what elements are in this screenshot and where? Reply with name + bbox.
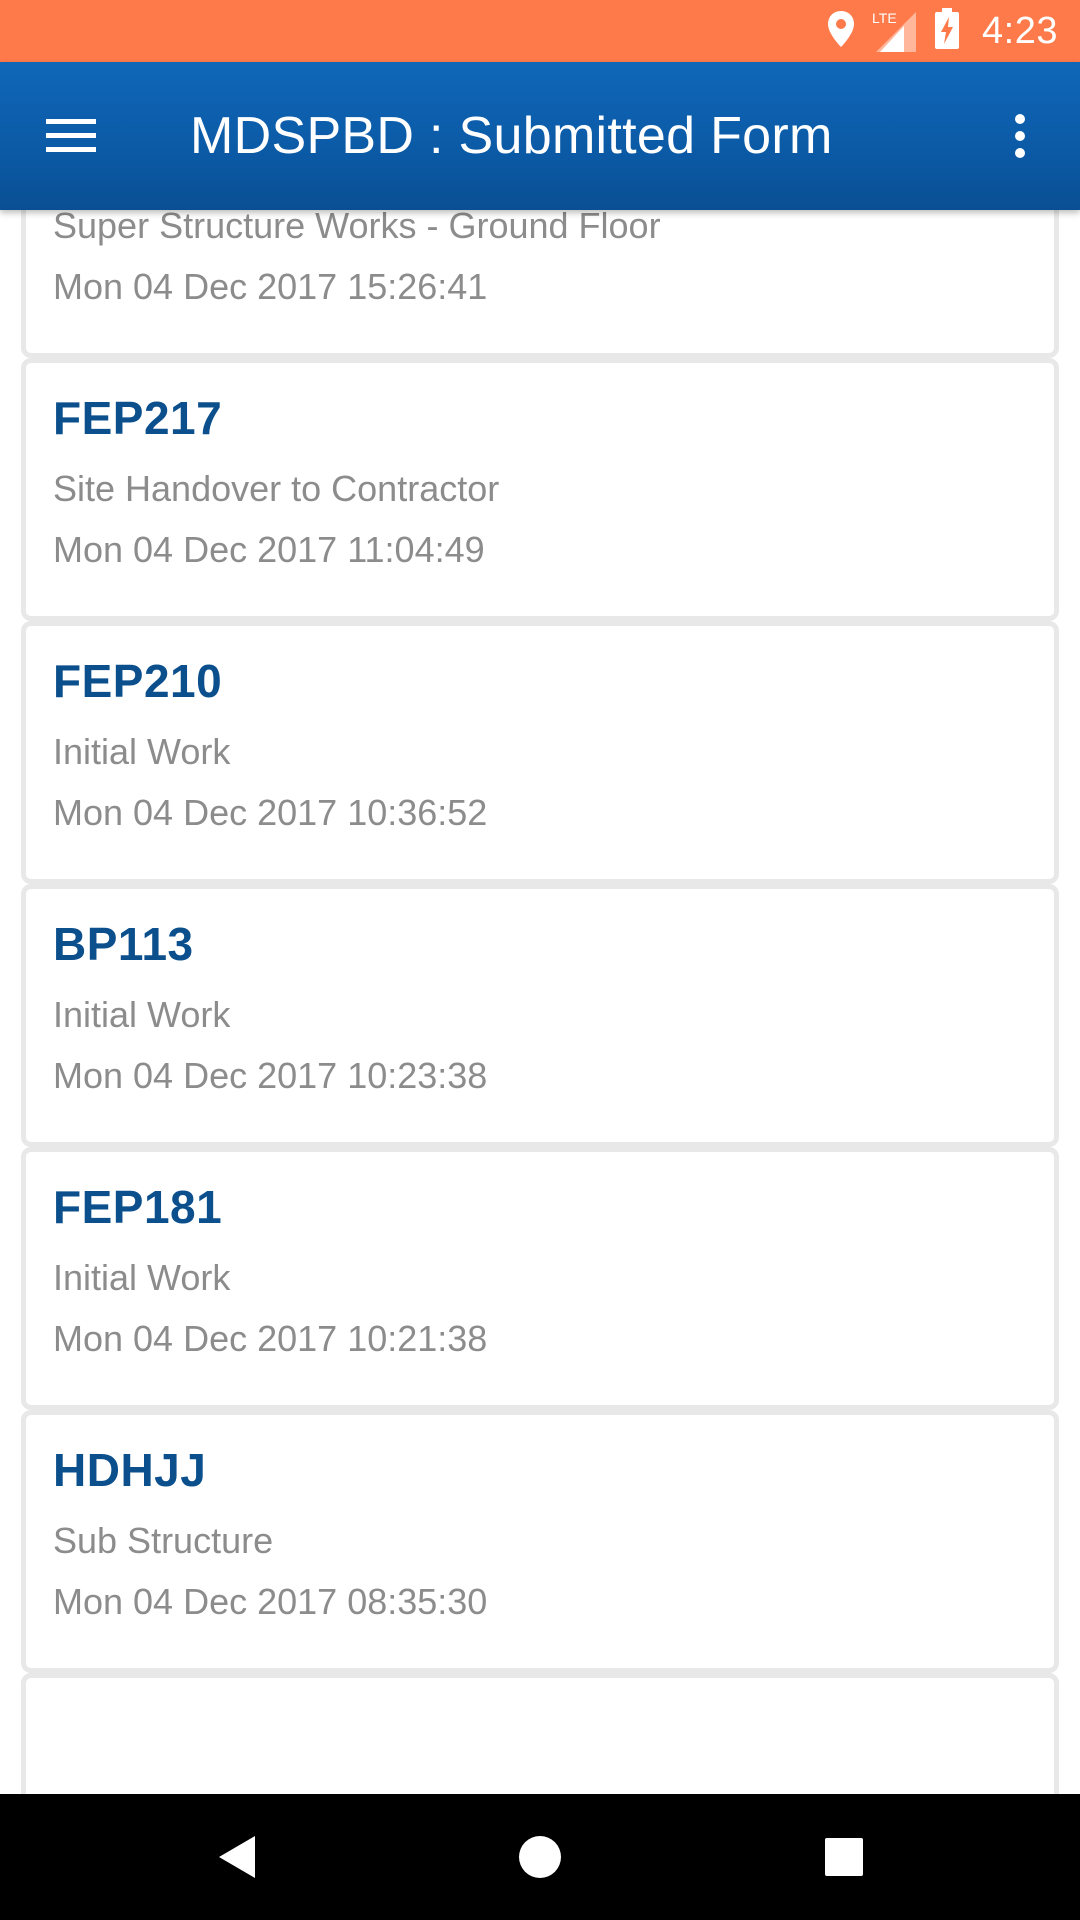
form-list: Super Structure Works - Ground Floor Mon… [0,210,1080,1794]
form-name: Super Structure Works - Ground Floor [53,210,661,246]
recents-icon[interactable] [804,1817,884,1897]
form-date: Mon 04 Dec 2017 08:35:30 [53,1581,488,1622]
form-date: Mon 04 Dec 2017 11:04:49 [53,529,485,570]
submitted-form-list[interactable]: Super Structure Works - Ground Floor Mon… [0,210,1080,1794]
form-name: Sub Structure [53,1520,274,1561]
form-code: FEP210 [53,655,223,707]
form-code: FEP181 [53,1181,223,1233]
status-bar: LTE 4:23 [0,0,1080,62]
form-date: Mon 04 Dec 2017 10:36:52 [53,792,488,833]
form-card[interactable]: FEP181 Initial Work Mon 04 Dec 2017 10:2… [21,1147,1059,1410]
form-date: Mon 04 Dec 2017 10:23:38 [53,1055,488,1096]
form-date: Mon 04 Dec 2017 15:26:41 [53,266,488,307]
form-code: BP113 [53,918,194,970]
form-code: HDHJJ [53,1444,207,1496]
page-title: MDSPBD : Submitted Form [190,107,833,165]
form-card[interactable]: HDHJJ Sub Structure Mon 04 Dec 2017 08:3… [21,1410,1059,1673]
form-date: Mon 04 Dec 2017 10:21:38 [53,1318,488,1359]
location-icon [826,9,856,54]
status-icons: LTE 4:23 [826,0,1058,62]
signal-icon: LTE [872,8,918,54]
app-bar: MDSPBD : Submitted Form [0,62,1080,210]
network-type-label: LTE [872,10,897,26]
back-icon[interactable] [197,1817,277,1897]
form-card[interactable] [21,1673,1059,1794]
home-icon[interactable] [500,1817,580,1897]
form-card[interactable]: FEP217 Site Handover to Contractor Mon 0… [21,358,1059,621]
hamburger-menu-icon[interactable] [32,96,112,176]
form-code: FEP217 [53,392,223,444]
more-vert-icon[interactable] [980,96,1060,176]
system-nav-bar [0,1794,1080,1920]
form-name: Initial Work [53,1257,231,1298]
form-card[interactable]: BP113 Initial Work Mon 04 Dec 2017 10:23… [21,884,1059,1147]
form-name: Initial Work [53,731,231,772]
battery-charging-icon [934,7,960,55]
form-name: Initial Work [53,994,231,1035]
form-card[interactable]: FEP210 Initial Work Mon 04 Dec 2017 10:3… [21,621,1059,884]
form-name: Site Handover to Contractor [53,468,500,509]
status-time: 4:23 [982,9,1058,52]
form-card[interactable]: Super Structure Works - Ground Floor Mon… [21,210,1059,358]
